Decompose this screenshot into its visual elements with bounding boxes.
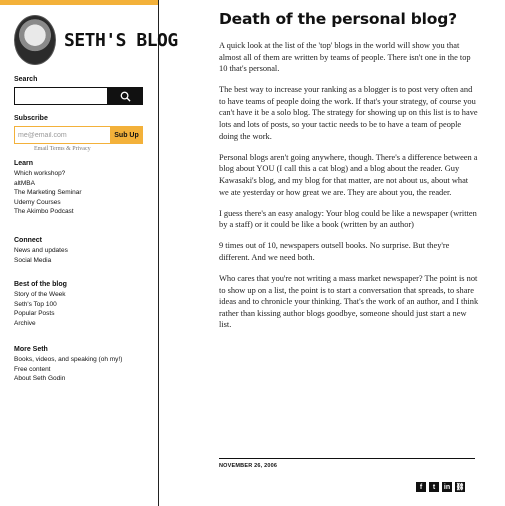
twitter-icon[interactable]: t: [429, 482, 439, 492]
subscribe-form: Sub Up: [14, 126, 143, 144]
email-field[interactable]: [14, 126, 110, 144]
nav-link[interactable]: Which workshop?: [14, 169, 82, 179]
nav-connect: Connect News and updates Social Media: [14, 237, 68, 265]
nav-learn: Learn Which workshop? altMBA The Marketi…: [14, 160, 82, 217]
post-paragraph: A quick look at the list of the 'top' bl…: [219, 41, 471, 74]
post-paragraph: I guess there's an easy analogy: Your bl…: [219, 208, 477, 230]
site-title[interactable]: SETH'S BLOG: [64, 30, 178, 51]
nav-link[interactable]: Social Media: [14, 256, 68, 266]
nav-link[interactable]: Story of the Week: [14, 290, 67, 300]
post-paragraph: 9 times out of 10, newspapers outsell bo…: [219, 241, 450, 262]
privacy-link[interactable]: Email Terms & Privacy: [34, 146, 91, 152]
nav-link[interactable]: News and updates: [14, 246, 68, 256]
nav-link[interactable]: The Akimbo Podcast: [14, 207, 82, 217]
sidebar: SETH'S BLOG Search Subscribe Sub Up Emai…: [14, 10, 178, 382]
avatar: [14, 15, 56, 65]
brand[interactable]: SETH'S BLOG: [14, 10, 178, 70]
nav-link[interactable]: Archive: [14, 319, 67, 329]
nav-heading-more: More Seth: [14, 346, 48, 353]
nav-heading-learn: Learn: [14, 160, 34, 167]
nav-link[interactable]: Popular Posts: [14, 309, 67, 319]
post-paragraph: The best way to increase your ranking as…: [219, 85, 478, 141]
nav-link[interactable]: About Seth Godin: [14, 374, 122, 384]
nav-link[interactable]: Udemy Courses: [14, 198, 82, 208]
accent-bar: [0, 0, 158, 5]
nav-more: More Seth Books, videos, and speaking (o…: [14, 346, 122, 384]
nav-link[interactable]: Free content: [14, 365, 122, 375]
subscribe-button[interactable]: Sub Up: [110, 126, 143, 144]
nav-link[interactable]: Books, videos, and speaking (oh my!): [14, 355, 122, 365]
post-paragraph: Who cares that you're not writing a mass…: [219, 274, 479, 330]
post-paragraph: Personal blogs aren't going anywhere, th…: [219, 152, 478, 197]
nav-link[interactable]: altMBA: [14, 179, 82, 189]
linkedin-icon[interactable]: in: [442, 482, 452, 492]
search-icon: [120, 91, 131, 102]
facebook-icon[interactable]: f: [416, 482, 426, 492]
post-title[interactable]: Death of the personal blog?: [219, 10, 479, 28]
subscribe-label: Subscribe: [14, 115, 48, 122]
search-input[interactable]: [14, 87, 107, 105]
post-footer: NOVEMBER 26, 2006: [219, 458, 475, 469]
post-date: NOVEMBER 26, 2006: [219, 463, 278, 469]
post-body: A quick look at the list of the 'top' bl…: [219, 40, 479, 331]
nav-best: Best of the blog Story of the Week Seth'…: [14, 281, 67, 328]
nav-link[interactable]: The Marketing Seminar: [14, 188, 82, 198]
search-form: [14, 87, 143, 105]
nav-heading-best: Best of the blog: [14, 281, 67, 288]
sidebar-divider: [158, 0, 159, 506]
share-bar: f t in ⛓: [416, 482, 465, 492]
nav-link[interactable]: Seth's Top 100: [14, 300, 67, 310]
nav-heading-connect: Connect: [14, 237, 42, 244]
link-icon[interactable]: ⛓: [455, 482, 465, 492]
search-label: Search: [14, 76, 38, 83]
post: Death of the personal blog? A quick look…: [219, 10, 479, 340]
search-button[interactable]: [107, 87, 143, 105]
